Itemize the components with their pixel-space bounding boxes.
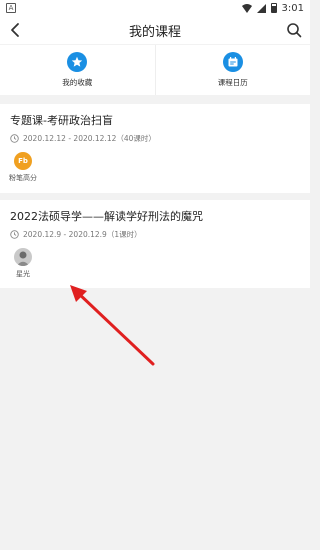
page-title: 我的课程 [128, 24, 181, 40]
teacher[interactable]: 星光 [10, 248, 36, 279]
status-bar: A 3:01 [0, 0, 310, 16]
notification-icon: A [6, 3, 16, 13]
search-icon[interactable] [286, 22, 302, 38]
course-title: 专题课-考研政治扫盲 [10, 114, 113, 127]
calendar-label: 课程日历 [217, 78, 248, 87]
course-dates: 2020.12.12 - 2020.12.12（40课时） [23, 134, 156, 143]
navigation-bar: 我的课程 [0, 16, 310, 44]
person-photo-icon [16, 251, 30, 266]
course-card[interactable]: 2022法硕导学——解读学好刑法的魔咒 2020.12.9 - 2020.12.… [0, 200, 310, 288]
calendar-icon [222, 52, 243, 72]
course-title: 2022法硕导学——解读学好刑法的魔咒 [10, 210, 203, 223]
course-meta: 2020.12.12 - 2020.12.12（40课时） [10, 133, 300, 144]
teacher-name: 粉笔高分 [9, 174, 37, 182]
status-right: 3:01 [241, 2, 304, 14]
course-card[interactable]: 专题课-考研政治扫盲 2020.12.12 - 2020.12.12（40课时）… [0, 104, 310, 193]
avatar: Fb [14, 152, 32, 170]
calendar-link[interactable]: 课程日历 [154, 45, 311, 95]
status-left: A [6, 3, 16, 13]
teacher[interactable]: Fb 粉笔高分 [9, 152, 37, 183]
teacher-name: 星光 [16, 270, 30, 278]
clock-icon [10, 134, 19, 143]
status-time: 3:01 [281, 2, 304, 14]
avatar [14, 248, 32, 266]
annotation-arrow [70, 285, 155, 366]
signal-icon [256, 3, 266, 13]
quick-links: 我的收藏 课程日历 [0, 45, 310, 95]
favorites-label: 我的收藏 [62, 78, 93, 87]
favorites-link[interactable]: 我的收藏 [0, 45, 155, 95]
wifi-icon [241, 3, 252, 13]
course-dates: 2020.12.9 - 2020.12.9（1课时） [23, 230, 142, 239]
back-arrow-icon[interactable] [8, 22, 24, 38]
clock-icon [10, 230, 19, 239]
battery-icon [270, 3, 277, 13]
star-icon [67, 52, 88, 72]
course-meta: 2020.12.9 - 2020.12.9（1课时） [10, 229, 300, 240]
